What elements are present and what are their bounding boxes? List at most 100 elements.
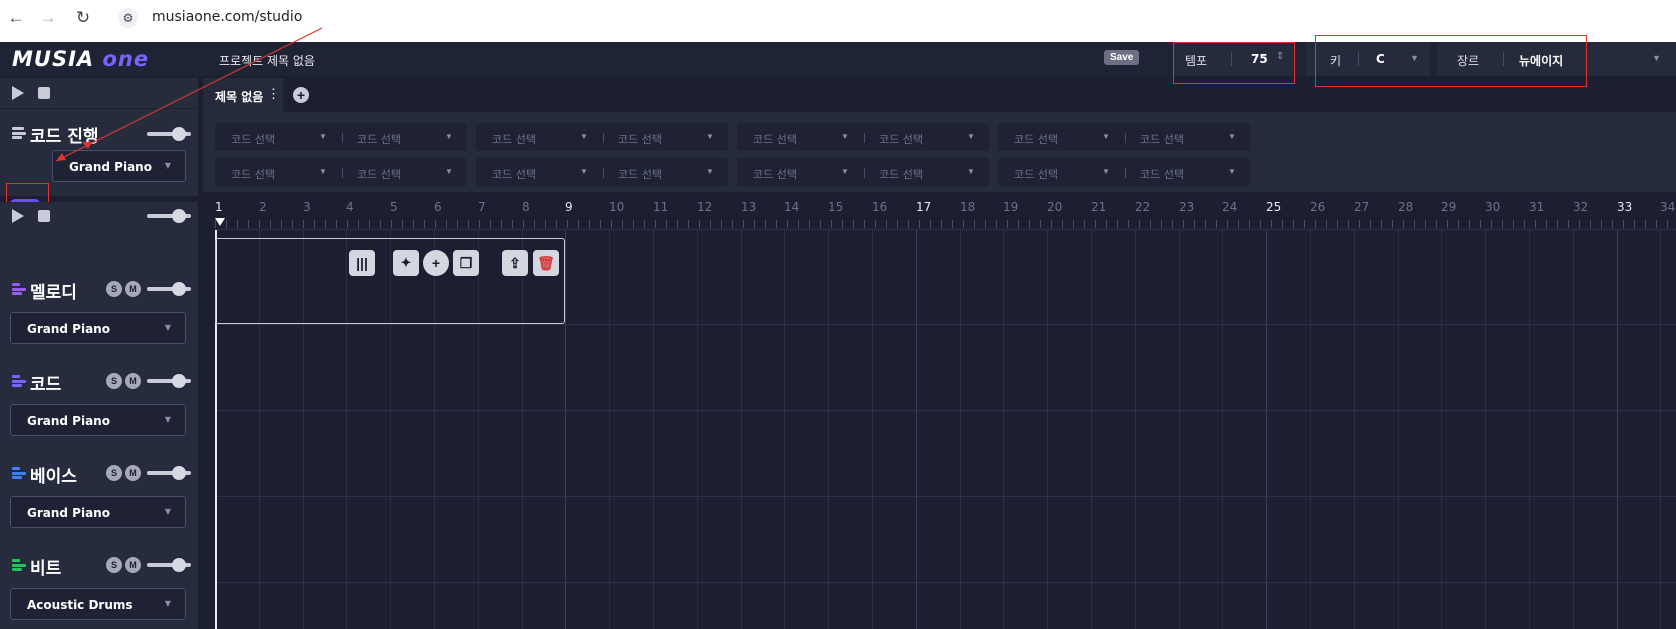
chevron-down-icon[interactable]: ▼ bbox=[319, 132, 327, 141]
chord-instrument-select[interactable]: Grand Piano ▼ bbox=[52, 150, 186, 182]
grid-line bbox=[1441, 230, 1442, 629]
grid-line bbox=[609, 230, 610, 629]
export-button[interactable]: ⇪ bbox=[502, 250, 528, 276]
mute-button[interactable]: M bbox=[125, 281, 141, 297]
chord-select[interactable]: 코드 선택 bbox=[1014, 131, 1058, 147]
bar-number: 27 bbox=[1354, 200, 1370, 214]
chord-select[interactable]: 코드 선택 bbox=[1140, 131, 1184, 147]
site-info-icon[interactable]: ⚙ bbox=[118, 8, 138, 28]
stop-icon[interactable] bbox=[38, 87, 50, 99]
more-vert-icon[interactable]: ⋮ bbox=[267, 86, 280, 102]
instrument-select[interactable]: Grand Piano ▼ bbox=[10, 312, 186, 344]
chord-select[interactable]: 코드 선택 bbox=[357, 131, 401, 147]
chord-select[interactable]: 코드 선택 bbox=[618, 131, 662, 147]
mute-button[interactable]: M bbox=[125, 465, 141, 481]
grid-line bbox=[828, 230, 829, 629]
chevron-down-icon[interactable]: ▼ bbox=[706, 132, 714, 141]
chevron-down-icon[interactable]: ▼ bbox=[445, 167, 453, 176]
volume-knob[interactable] bbox=[172, 127, 186, 141]
chevron-down-icon[interactable]: ▼ bbox=[706, 167, 714, 176]
mute-button[interactable]: M bbox=[125, 557, 141, 573]
reload-icon[interactable]: ↻ bbox=[73, 8, 93, 28]
volume-knob[interactable] bbox=[172, 558, 186, 572]
piano-roll-button[interactable]: ||| bbox=[349, 250, 375, 276]
playhead-marker[interactable] bbox=[215, 218, 225, 226]
track-name: 코드 bbox=[30, 375, 62, 395]
play-icon[interactable] bbox=[12, 86, 24, 100]
solo-button[interactable]: S bbox=[106, 465, 122, 481]
play-icon[interactable] bbox=[12, 209, 24, 223]
grid-line bbox=[565, 230, 566, 629]
logo-accent: one bbox=[102, 47, 150, 71]
chord-select[interactable]: 코드 선택 bbox=[357, 166, 401, 182]
delete-button[interactable]: 🗑 bbox=[533, 250, 559, 276]
bar-number: 29 bbox=[1441, 200, 1457, 214]
divider bbox=[0, 108, 198, 109]
chord-select[interactable]: 코드 선택 bbox=[492, 131, 536, 147]
bar-number: 33 bbox=[1617, 200, 1633, 214]
grid-line bbox=[872, 230, 873, 629]
chevron-down-icon[interactable]: ▼ bbox=[967, 167, 975, 176]
add-clip-button[interactable]: + bbox=[423, 250, 449, 276]
track-sidebar: 코드 진행 Grand Piano ▼ 멜로디 S M Grand Piano ▼ … bbox=[0, 78, 198, 629]
chord-select[interactable]: 코드 선택 bbox=[231, 166, 275, 182]
chevron-down-icon[interactable]: ▼ bbox=[319, 167, 327, 176]
bar-number: 21 bbox=[1091, 200, 1107, 214]
chevron-down-icon[interactable]: ▼ bbox=[1102, 132, 1110, 141]
bar-ruler[interactable]: 1 2 3 4 5 6 7 8 9 10 11 12 13 14 15 16 17 18 19 20 21 22 23 24 2… bbox=[215, 194, 1676, 230]
chevron-down-icon[interactable]: ▼ bbox=[841, 132, 849, 141]
chord-select[interactable]: 코드 선택 bbox=[492, 166, 536, 182]
grid-line bbox=[697, 230, 698, 629]
bar-number: 22 bbox=[1135, 200, 1151, 214]
ruler-ticks bbox=[215, 220, 1676, 228]
project-title[interactable]: 프로젝트 제목 없음 bbox=[219, 52, 315, 69]
solo-button[interactable]: S bbox=[106, 557, 122, 573]
volume-knob[interactable] bbox=[172, 282, 186, 296]
chord-slot-group: 코드 선택 ▼ 코드 선택 ▼ bbox=[215, 123, 467, 151]
chevron-down-icon: ▼ bbox=[164, 599, 171, 608]
bar-number: 10 bbox=[609, 200, 625, 214]
volume-knob[interactable] bbox=[172, 209, 186, 223]
chevron-down-icon[interactable]: ▼ bbox=[967, 132, 975, 141]
stop-icon[interactable] bbox=[38, 210, 50, 222]
chord-icon bbox=[12, 375, 26, 387]
chord-select[interactable]: 코드 선택 bbox=[879, 166, 923, 182]
beat-icon bbox=[12, 559, 26, 571]
ai-generate-clip-button[interactable]: ✦ bbox=[393, 250, 419, 276]
chord-select[interactable]: 코드 선택 bbox=[1014, 166, 1058, 182]
solo-button[interactable]: S bbox=[106, 281, 122, 297]
chevron-down-icon[interactable]: ▼ bbox=[1228, 167, 1236, 176]
add-tab-button[interactable]: + bbox=[293, 87, 309, 103]
chevron-down-icon[interactable]: ▼ bbox=[580, 132, 588, 141]
forward-icon[interactable]: → bbox=[38, 8, 58, 28]
chevron-down-icon[interactable]: ▼ bbox=[445, 132, 453, 141]
chord-select[interactable]: 코드 선택 bbox=[1140, 166, 1184, 182]
instrument-select[interactable]: Grand Piano ▼ bbox=[10, 496, 186, 528]
chord-select[interactable]: 코드 선택 bbox=[618, 166, 662, 182]
chevron-down-icon[interactable]: ▼ bbox=[1102, 167, 1110, 176]
mute-button[interactable]: M bbox=[125, 373, 141, 389]
save-button[interactable]: Save bbox=[1104, 50, 1140, 65]
grid-line bbox=[1310, 230, 1311, 629]
instrument-select[interactable]: Acoustic Drums ▼ bbox=[10, 588, 186, 620]
chord-select[interactable]: 코드 선택 bbox=[753, 166, 797, 182]
bar-number: 28 bbox=[1398, 200, 1414, 214]
volume-knob[interactable] bbox=[172, 466, 186, 480]
grid-line bbox=[1266, 230, 1267, 629]
address-bar[interactable]: musiaone.com/studio bbox=[152, 9, 302, 25]
chord-select[interactable]: 코드 선택 bbox=[753, 131, 797, 147]
duplicate-button[interactable]: ❐ bbox=[453, 250, 479, 276]
chevron-down-icon[interactable]: ▼ bbox=[580, 167, 588, 176]
bass-icon bbox=[12, 467, 26, 479]
back-icon[interactable]: ← bbox=[6, 8, 26, 28]
logo[interactable]: MUSIA one bbox=[12, 47, 149, 71]
chord-select[interactable]: 코드 선택 bbox=[879, 131, 923, 147]
solo-button[interactable]: S bbox=[106, 373, 122, 389]
chevron-down-icon[interactable]: ▼ bbox=[1228, 132, 1236, 141]
chevron-down-icon[interactable]: ▼ bbox=[841, 167, 849, 176]
grid-line bbox=[741, 230, 742, 629]
volume-knob[interactable] bbox=[172, 374, 186, 388]
instrument-select[interactable]: Grand Piano ▼ bbox=[10, 404, 186, 436]
chord-select[interactable]: 코드 선택 bbox=[231, 131, 275, 147]
grid-line bbox=[1179, 230, 1180, 629]
